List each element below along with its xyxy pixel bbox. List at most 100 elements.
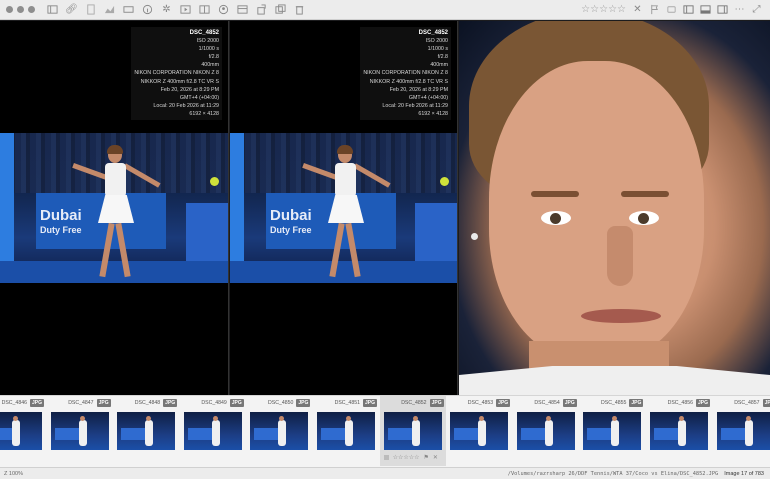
filmstrip-item[interactable]: DSC_4855 JPG: [579, 396, 645, 466]
filmstrip-label: DSC_4857JPG: [734, 399, 770, 407]
select-checkbox[interactable]: [383, 455, 389, 460]
compare-icon[interactable]: [199, 4, 210, 15]
rating-stars[interactable]: ☆☆☆☆☆: [581, 4, 626, 15]
filmstrip-item-controls: ☆☆☆☆☆ ⚑ ✕: [383, 454, 438, 461]
filmstrip-label: DSC_4846 JPG: [2, 399, 44, 407]
reject-icon[interactable]: ✕: [433, 454, 438, 461]
filmstrip-item[interactable]: DSC_4847 JPG: [47, 396, 113, 466]
viewer-panel-zoom[interactable]: [459, 21, 770, 395]
filmstrip-filename: DSC_4856: [667, 400, 693, 406]
exif-aperture: f/2.8: [437, 54, 448, 61]
filmstrip-item[interactable]: DSC_4852 JPG ☆☆☆☆☆ ⚑ ✕: [379, 396, 446, 466]
filmstrip-thumbnail[interactable]: [716, 412, 770, 450]
panel-right-icon[interactable]: [717, 4, 728, 15]
sponsor-logo: Dubai: [40, 207, 82, 224]
expand-icon[interactable]: ⤢: [751, 4, 762, 15]
sponsor-logo: Dubai: [270, 207, 312, 224]
reject-icon[interactable]: ✕: [632, 4, 643, 15]
filmstrip-thumbnail[interactable]: [250, 412, 309, 450]
panel-icon[interactable]: [237, 4, 248, 15]
exif-lens: NIKKOR Z 400mm f/2.8 TC VR S: [140, 78, 219, 85]
file-type-badge: JPG: [229, 399, 244, 407]
file-type-badge: JPG: [362, 399, 377, 407]
exif-lens: NIKKOR Z 400mm f/2.8 TC VR S: [369, 78, 448, 85]
filmstrip-filename: DSC_4852: [401, 400, 427, 406]
filmstrip-thumbnail[interactable]: [450, 412, 509, 450]
filmstrip-filename: DSC_4851: [334, 400, 360, 406]
filmstrip-label: DSC_4851 JPG: [335, 399, 377, 407]
filmstrip-item[interactable]: DSC_4849 JPG: [180, 396, 246, 466]
face-icon[interactable]: [218, 4, 229, 15]
panel-bottom-icon[interactable]: [700, 4, 711, 15]
label-icon[interactable]: [666, 4, 677, 15]
minimize-window-button[interactable]: [17, 6, 24, 13]
filmstrip-item[interactable]: DSC_4853 JPG: [446, 396, 512, 466]
filmstrip-label: DSC_4855 JPG: [601, 399, 644, 407]
filmstrip-thumbnail[interactable]: [516, 412, 575, 450]
filmstrip-label: DSC_4850 JPG: [268, 399, 311, 407]
status-bar: Z 100% /Volumes/razrsharp 26/DDF Tennis/…: [0, 467, 770, 479]
filmstrip-item[interactable]: DSC_4854 JPG: [513, 396, 579, 466]
filmstrip-thumbnail[interactable]: [383, 412, 442, 450]
filmstrip-item[interactable]: DSC_4856 JPG: [646, 396, 712, 466]
filmstrip-label: DSC_4853 JPG: [468, 399, 511, 407]
zoom-window-button[interactable]: [28, 6, 35, 13]
filmstrip-thumbnail[interactable]: [183, 412, 242, 450]
flag-icon[interactable]: [649, 4, 660, 15]
filmstrip-label: DSC_4849 JPG: [201, 399, 244, 407]
flag-icon[interactable]: ⚑: [424, 454, 429, 461]
export-icon[interactable]: [256, 4, 267, 15]
filmstrip-thumbnail[interactable]: [0, 412, 42, 450]
sparkle-icon[interactable]: ✲: [161, 4, 172, 15]
exif-date: Feb 20, 2026 at 8:29 PM: [389, 86, 448, 93]
filmstrip-item[interactable]: DSC_4848 JPG: [113, 396, 179, 466]
filmstrip-thumbnail[interactable]: [50, 412, 109, 450]
more-icon[interactable]: ⋯: [734, 4, 745, 15]
filmstrip-item[interactable]: DSC_4857JPG: [713, 396, 770, 466]
viewer-panel-1[interactable]: Dubai Duty Free DSC_4852 ISO 2000 1/1000…: [0, 21, 229, 395]
filmstrip-filename: DSC_4857: [734, 400, 760, 406]
file-type-badge: JPG: [695, 399, 710, 407]
filmstrip-thumbnail[interactable]: [583, 412, 642, 450]
toolbar: 🔗︎ ✲ ☆☆☆☆☆ ✕ ⋯ ⤢: [0, 0, 770, 20]
filmstrip-label: DSC_4854 JPG: [534, 399, 577, 407]
viewer-panel-2[interactable]: Dubai Duty Free DSC_4852 ISO 2000 1/1000…: [230, 21, 458, 395]
gallery-icon[interactable]: [123, 4, 134, 15]
file-type-badge: JPG: [296, 399, 311, 407]
zoom-level[interactable]: Z 100%: [4, 471, 23, 477]
filmstrip-thumbnail[interactable]: [117, 412, 176, 450]
filmstrip[interactable]: DSC_4846 JPG DSC_4847 JPG DSC_4848 JPG DSC_484…: [0, 395, 770, 467]
exif-iso: ISO 2000: [425, 38, 448, 45]
close-window-button[interactable]: [6, 6, 13, 13]
sidebar-icon[interactable]: [47, 4, 58, 15]
exif-overlay: DSC_4852 ISO 2000 1/1000 s f/2.8 400mm N…: [131, 27, 222, 121]
file-type-badge: JPG: [762, 399, 770, 407]
panel-left-icon[interactable]: [683, 4, 694, 15]
filmstrip-filename: DSC_4849: [201, 400, 227, 406]
exif-filename: DSC_4852: [189, 30, 219, 36]
link-icon[interactable]: 🔗︎: [65, 4, 78, 15]
image-counter: Image 17 of 783: [724, 470, 764, 477]
exif-timezone: GMT+4 (+04:00): [179, 94, 219, 101]
filmstrip-filename: DSC_4848: [134, 400, 161, 406]
exif-local: Local: 20 Feb 2026 at 11:29: [153, 102, 219, 109]
document-icon[interactable]: [85, 4, 96, 15]
filmstrip-thumbnail[interactable]: [317, 412, 375, 450]
rating-stars[interactable]: ☆☆☆☆☆: [393, 454, 420, 461]
tennis-ball: [440, 177, 449, 186]
filmstrip-label: DSC_4847 JPG: [68, 399, 111, 407]
trash-icon[interactable]: [294, 4, 305, 15]
filmstrip-item[interactable]: DSC_4850 JPG: [246, 396, 312, 466]
frame-icon[interactable]: [180, 4, 191, 15]
chart-icon[interactable]: [104, 4, 115, 15]
filmstrip-item[interactable]: DSC_4846 JPG: [0, 396, 46, 466]
duplicate-icon[interactable]: [275, 4, 286, 15]
exif-overlay: DSC_4852 ISO 2000 1/1000 s f/2.8 400mm N…: [360, 27, 451, 121]
filmstrip-thumbnail[interactable]: [650, 412, 708, 450]
exif-aperture: f/2.8: [208, 54, 219, 61]
file-type-badge: JPG: [496, 399, 511, 407]
player-figure: [302, 145, 391, 283]
info-icon[interactable]: [142, 4, 153, 15]
file-type-badge: JPG: [629, 399, 644, 407]
filmstrip-item[interactable]: DSC_4851 JPG: [313, 396, 379, 466]
